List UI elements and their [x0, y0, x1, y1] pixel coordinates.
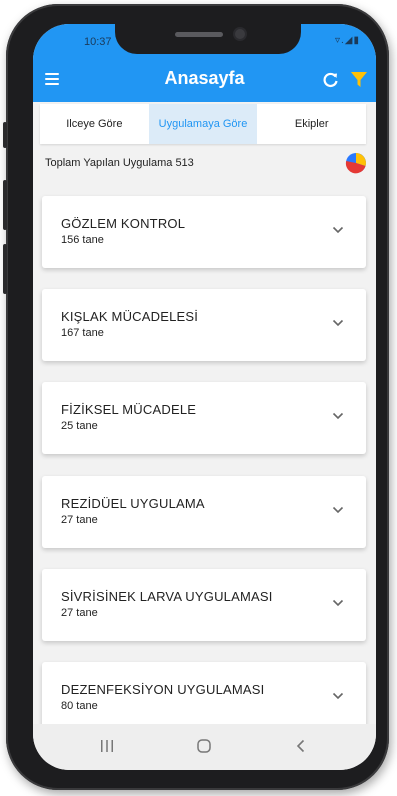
chevron-down-icon[interactable]	[332, 692, 344, 700]
front-camera	[235, 29, 245, 39]
category-card-reziduel-uygulama[interactable]: REZİDÜEL UYGULAMA 27 tane	[42, 476, 366, 548]
category-card-sivrisinek-larva-uygulamasi[interactable]: SİVRİSİNEK LARVA UYGULAMASI 27 tane	[42, 569, 366, 641]
phone-volume-up-button	[3, 180, 7, 230]
card-count: 27 tane	[61, 607, 98, 619]
category-card-kislak-mucadelesi[interactable]: KIŞLAK MÜCADELESİ 167 tane	[42, 289, 366, 361]
card-title: REZİDÜEL UYGULAMA	[61, 496, 205, 511]
total-applications-label: Toplam Yapılan Uygulama 513	[45, 157, 194, 169]
phone-notch	[115, 24, 301, 54]
chevron-down-icon[interactable]	[332, 412, 344, 420]
card-count: 156 tane	[61, 234, 104, 246]
status-time: 10:37	[84, 36, 112, 48]
card-count: 80 tane	[61, 700, 98, 712]
card-count: 27 tane	[61, 514, 98, 526]
tab-bar: Ilceye Göre Uygulamaya Göre Ekipler	[40, 104, 366, 144]
card-title: DEZENFEKSİYON UYGULAMASI	[61, 682, 265, 697]
chevron-down-icon[interactable]	[332, 599, 344, 607]
app-bar: Anasayfa	[33, 58, 376, 102]
card-count: 167 tane	[61, 327, 104, 339]
chevron-down-icon[interactable]	[332, 319, 344, 327]
speaker-grille	[175, 32, 223, 37]
phone-side-button	[3, 122, 7, 148]
chevron-down-icon[interactable]	[332, 226, 344, 234]
card-title: KIŞLAK MÜCADELESİ	[61, 309, 199, 324]
pie-chart-icon[interactable]	[345, 152, 367, 174]
recent-apps-icon[interactable]	[97, 738, 117, 754]
tab-ekipler[interactable]: Ekipler	[257, 104, 366, 144]
card-title: GÖZLEM KONTROL	[61, 216, 186, 231]
system-nav-bar	[33, 724, 376, 770]
home-icon[interactable]	[194, 738, 214, 754]
filter-icon[interactable]	[349, 69, 369, 89]
card-title: FİZİKSEL MÜCADELE	[61, 402, 197, 417]
card-title: SİVRİSİNEK LARVA UYGULAMASI	[61, 589, 273, 604]
phone-volume-down-button	[3, 244, 7, 294]
chevron-down-icon[interactable]	[332, 506, 344, 514]
category-card-fiziksel-mucadele[interactable]: FİZİKSEL MÜCADELE 25 tane	[42, 382, 366, 454]
tab-uygulamaya-gore[interactable]: Uygulamaya Göre	[148, 104, 258, 144]
back-icon[interactable]	[291, 738, 311, 754]
card-count: 25 tane	[61, 420, 98, 432]
tab-ilceye-gore[interactable]: Ilceye Göre	[40, 104, 149, 144]
category-card-gozlem-kontrol[interactable]: GÖZLEM KONTROL 156 tane	[42, 196, 366, 268]
app-screen: 10:37 ▿.◢▮ Anasayfa Ilceye Göre Uygulama…	[33, 24, 376, 770]
status-icons: ▿.◢▮	[335, 35, 360, 46]
status-bar: 10:37 ▿.◢▮	[33, 24, 376, 58]
refresh-icon[interactable]	[321, 70, 341, 90]
